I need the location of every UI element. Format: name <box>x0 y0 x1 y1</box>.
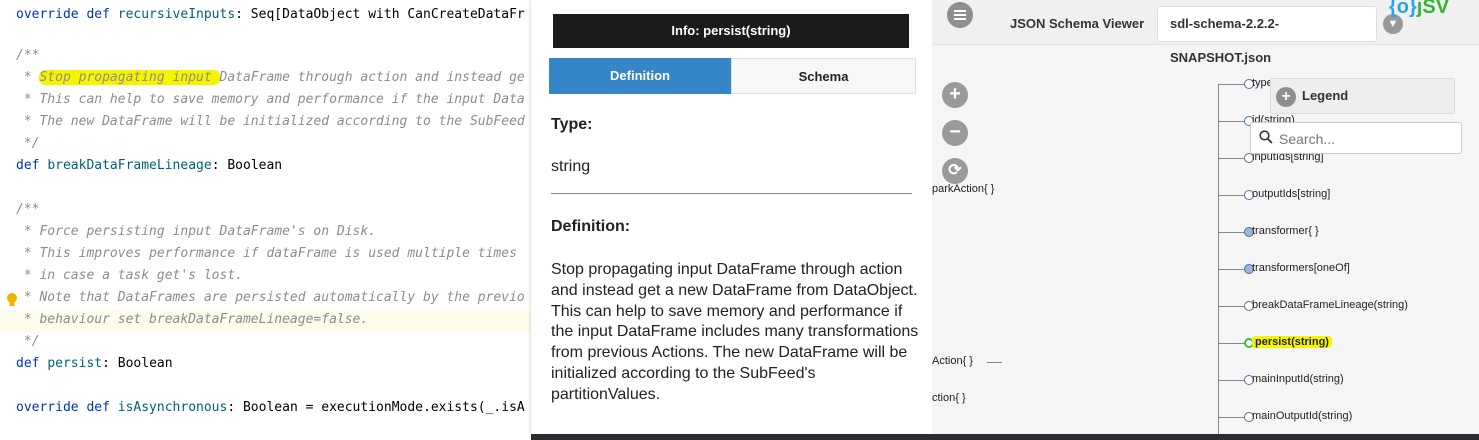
code-line[interactable]: * This can help to save memory and perfo… <box>16 89 525 111</box>
info-title: Info: persist(string) <box>553 14 909 48</box>
search-icon <box>1259 130 1273 144</box>
tree-node-label[interactable]: mainOutputId(string) <box>1252 410 1352 422</box>
code-identifier: persist <box>47 356 103 371</box>
tree-connector <box>1219 121 1244 122</box>
viewer-title: JSON Schema Viewer <box>1010 16 1145 31</box>
code-identifier: breakDataFrameLineage <box>47 158 212 173</box>
tree-connector <box>1219 84 1244 85</box>
tree-connector <box>1219 158 1244 159</box>
plus-icon: + <box>1276 87 1296 107</box>
code-line[interactable]: * in case a task get's lost. <box>16 265 243 287</box>
code-line[interactable]: */ <box>16 331 40 353</box>
search-input[interactable] <box>1277 128 1456 150</box>
code-keyword: def <box>16 158 48 173</box>
definition-text: Stop propagating input DataFrame through… <box>551 261 919 403</box>
code-text: DataFrame through action and instead ge <box>219 70 525 85</box>
code-text: : Boolean <box>211 158 283 173</box>
code-line[interactable]: override def isAsynchronous: Boolean = e… <box>16 397 525 419</box>
tree-connector <box>1219 343 1244 344</box>
tree-connector <box>1219 417 1244 418</box>
code-line[interactable]: * Force persisting input DataFrame's on … <box>16 221 376 243</box>
code-text: : Seq[DataObject with CanCreateDataFr <box>235 7 525 22</box>
bottom-strip <box>531 434 1479 440</box>
schema-viewer: + − ⟳ parkAction{ } Action{ } ction{ } t… <box>932 0 1479 434</box>
search-box[interactable] <box>1250 122 1462 154</box>
zoom-in-button[interactable]: + <box>942 82 968 108</box>
code-text: : Boolean <box>102 356 173 371</box>
code-line[interactable]: * The new DataFrame will be initialized … <box>16 111 525 133</box>
code-line[interactable]: * Stop propagating input DataFrame throu… <box>16 67 525 89</box>
schema-tree-canvas[interactable]: + − ⟳ parkAction{ } Action{ } ction{ } t… <box>932 45 1479 434</box>
tree-parent-label[interactable]: parkAction{ } <box>932 183 994 195</box>
type-heading: Type: <box>551 116 593 133</box>
tab-schema[interactable]: Schema <box>731 58 916 94</box>
code-line[interactable]: def persist: Boolean <box>16 353 173 375</box>
code-line[interactable]: /** <box>16 45 39 67</box>
zoom-out-button[interactable]: − <box>942 120 968 146</box>
code-line[interactable]: */ <box>16 133 40 155</box>
viewer-toolbar: JSON Schema Viewer sdl-schema-2.2.2-SNAP… <box>932 0 1479 65</box>
tree-connector <box>1219 306 1244 307</box>
definition-heading: Definition: <box>551 218 631 235</box>
code-line[interactable]: override def recursiveInputs: Seq[DataOb… <box>16 4 525 26</box>
code-text: * <box>16 70 40 85</box>
tree-node-label[interactable]: transformers[oneOf] <box>1252 262 1350 274</box>
legend-button[interactable]: + Legend <box>1270 78 1455 114</box>
tree-parent-label[interactable]: Action{ } <box>932 355 973 367</box>
code-line[interactable]: def breakDataFrameLineage: Boolean <box>16 155 282 177</box>
code-keyword: override def <box>16 400 118 415</box>
legend-label: Legend <box>1302 88 1349 103</box>
tab-definition[interactable]: Definition <box>549 58 731 94</box>
code-editor[interactable]: override def recursiveInputs: Seq[DataOb… <box>0 0 531 440</box>
jsv-logo: {o}jSV <box>1389 0 1449 19</box>
tree-parent-label[interactable]: ction{ } <box>932 392 966 404</box>
tree-node-label[interactable]: mainInputId(string) <box>1252 373 1344 385</box>
tree-connector <box>1219 269 1244 270</box>
lightbulb-icon[interactable] <box>6 292 18 308</box>
tree-connector <box>1219 232 1244 233</box>
logo-text: jSV <box>1416 0 1450 18</box>
divider <box>551 193 912 194</box>
code-keyword: def <box>16 356 48 371</box>
code-identifier: isAsynchronous <box>117 400 228 415</box>
menu-icon[interactable] <box>947 2 973 28</box>
code-text: : Boolean = executionMode.exists(_.isA <box>227 400 525 415</box>
tree-connector <box>1219 380 1244 381</box>
tree-node-label[interactable]: persist(string) <box>1252 336 1332 348</box>
code-line[interactable]: /** <box>16 199 39 221</box>
tree-node-label[interactable]: outputIds[string] <box>1252 188 1330 200</box>
tree-connector <box>987 362 1002 363</box>
tree-connector <box>1219 195 1244 196</box>
reset-zoom-button[interactable]: ⟳ <box>942 158 968 184</box>
code-line[interactable]: * behaviour set breakDataFrameLineage=fa… <box>16 309 368 331</box>
tree-trunk <box>1218 84 1219 434</box>
tree-node-label[interactable]: breakDataFrameLineage(string) <box>1252 299 1408 311</box>
tree-node-label[interactable]: transformer{ } <box>1252 225 1319 237</box>
code-line[interactable]: * Note that DataFrames are persisted aut… <box>16 287 525 309</box>
info-panel: Info: persist(string) Definition Schema … <box>531 0 932 434</box>
schema-select[interactable]: sdl-schema-2.2.2-SNAPSHOT.json <box>1157 6 1377 65</box>
type-value: string <box>551 158 591 175</box>
code-keyword: override def <box>16 7 118 22</box>
text-highlight: Stop propagating input <box>39 70 220 85</box>
code-line[interactable]: * This improves performance if dataFrame… <box>16 243 517 265</box>
code-identifier: recursiveInputs <box>117 7 236 22</box>
